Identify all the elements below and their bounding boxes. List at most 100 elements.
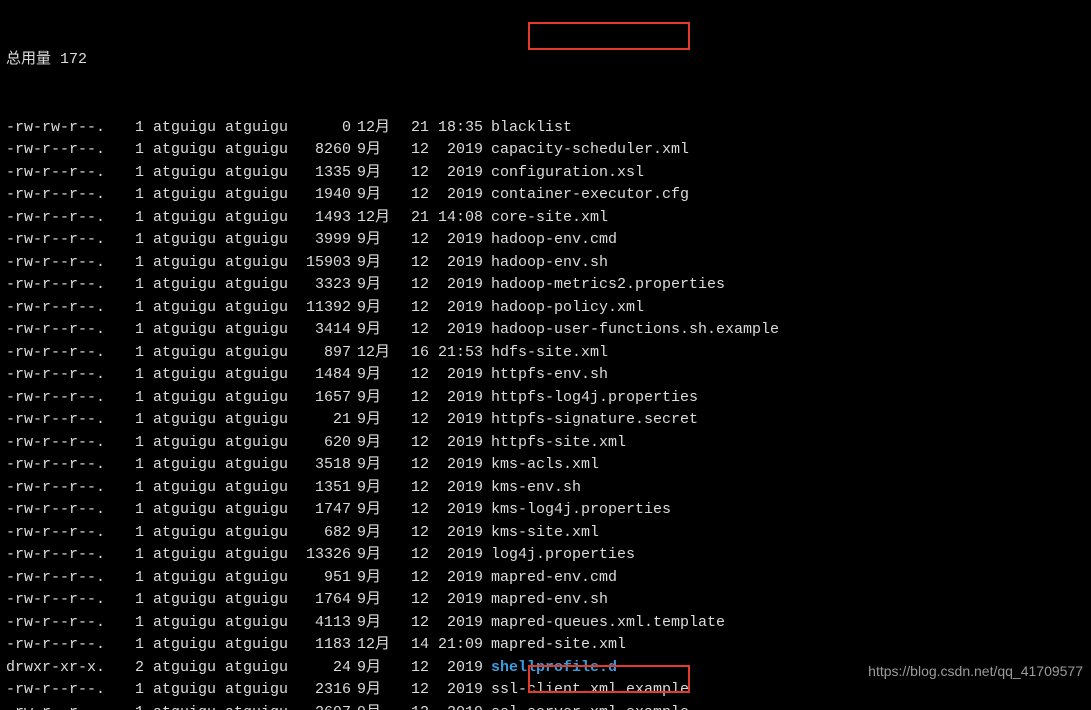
owner: atguigu [153, 184, 225, 207]
group: atguigu [225, 117, 297, 140]
group: atguigu [225, 252, 297, 275]
perm: -rw-r--r--. [6, 702, 126, 710]
group: atguigu [225, 274, 297, 297]
month: 9月 [351, 184, 399, 207]
perm: -rw-r--r--. [6, 499, 126, 522]
group: atguigu [225, 387, 297, 410]
month: 12月 [351, 207, 399, 230]
time: 2019 [429, 229, 483, 252]
group: atguigu [225, 612, 297, 635]
size: 1335 [297, 162, 351, 185]
day: 12 [399, 589, 429, 612]
time: 2019 [429, 544, 483, 567]
owner: atguigu [153, 162, 225, 185]
day: 16 [399, 342, 429, 365]
filename: kms-site.xml [483, 522, 599, 545]
time: 2019 [429, 477, 483, 500]
file-row: -rw-r--r--.1 atguiguatguigu219月122019htt… [6, 409, 1085, 432]
size: 897 [297, 342, 351, 365]
time: 2019 [429, 612, 483, 635]
links: 1 [126, 184, 144, 207]
owner: atguigu [153, 117, 225, 140]
owner: atguigu [153, 319, 225, 342]
perm: -rw-r--r--. [6, 252, 126, 275]
filename: httpfs-site.xml [483, 432, 626, 455]
time: 2019 [429, 274, 483, 297]
file-row: -rw-r--r--.1 atguiguatguigu17649月122019m… [6, 589, 1085, 612]
perm: -rw-r--r--. [6, 454, 126, 477]
size: 3323 [297, 274, 351, 297]
size: 13326 [297, 544, 351, 567]
perm: -rw-r--r--. [6, 274, 126, 297]
perm: -rw-r--r--. [6, 229, 126, 252]
filename: hadoop-policy.xml [483, 297, 644, 320]
owner: atguigu [153, 432, 225, 455]
links: 1 [126, 162, 144, 185]
filename: mapred-env.sh [483, 589, 608, 612]
day: 12 [399, 567, 429, 590]
group: atguigu [225, 184, 297, 207]
owner: atguigu [153, 477, 225, 500]
size: 24 [297, 657, 351, 680]
size: 15903 [297, 252, 351, 275]
file-row: -rw-r--r--.1 atguiguatguigu16579月122019h… [6, 387, 1085, 410]
owner: atguigu [153, 567, 225, 590]
perm: -rw-r--r--. [6, 162, 126, 185]
size: 1493 [297, 207, 351, 230]
size: 0 [297, 117, 351, 140]
day: 12 [399, 432, 429, 455]
time: 2019 [429, 522, 483, 545]
file-row: -rw-r--r--.1 atguiguatguigu89712月1621:53… [6, 342, 1085, 365]
filename: kms-acls.xml [483, 454, 599, 477]
size: 11392 [297, 297, 351, 320]
size: 682 [297, 522, 351, 545]
links: 1 [126, 477, 144, 500]
perm: -rw-r--r--. [6, 522, 126, 545]
perm: -rw-r--r--. [6, 567, 126, 590]
filename: blacklist [483, 117, 572, 140]
size: 1183 [297, 634, 351, 657]
time: 21:09 [429, 634, 483, 657]
group: atguigu [225, 432, 297, 455]
group: atguigu [225, 657, 297, 680]
month: 9月 [351, 499, 399, 522]
month: 9月 [351, 544, 399, 567]
size: 951 [297, 567, 351, 590]
links: 1 [126, 342, 144, 365]
owner: atguigu [153, 657, 225, 680]
time: 2019 [429, 499, 483, 522]
perm: -rw-r--r--. [6, 432, 126, 455]
file-row: -rw-r--r--.1 atguiguatguigu13359月122019c… [6, 162, 1085, 185]
file-row: -rw-r--r--.1 atguiguatguigu133269月122019… [6, 544, 1085, 567]
links: 1 [126, 229, 144, 252]
filename: mapred-site.xml [483, 634, 626, 657]
day: 12 [399, 679, 429, 702]
month: 9月 [351, 477, 399, 500]
file-row: -rw-r--r--.1 atguiguatguigu34149月122019h… [6, 319, 1085, 342]
group: atguigu [225, 634, 297, 657]
size: 4113 [297, 612, 351, 635]
links: 1 [126, 702, 144, 710]
terminal-output: 总用量 172 -rw-rw-r--.1 atguiguatguigu012月2… [0, 0, 1091, 710]
owner: atguigu [153, 499, 225, 522]
month: 12月 [351, 117, 399, 140]
owner: atguigu [153, 679, 225, 702]
perm: -rw-r--r--. [6, 364, 126, 387]
owner: atguigu [153, 252, 225, 275]
owner: atguigu [153, 364, 225, 387]
month: 9月 [351, 657, 399, 680]
owner: atguigu [153, 612, 225, 635]
file-row: -rw-rw-r--.1 atguiguatguigu012月2118:35bl… [6, 117, 1085, 140]
owner: atguigu [153, 544, 225, 567]
filename: log4j.properties [483, 544, 635, 567]
group: atguigu [225, 702, 297, 710]
size: 2697 [297, 702, 351, 710]
links: 1 [126, 499, 144, 522]
size: 3518 [297, 454, 351, 477]
links: 1 [126, 612, 144, 635]
size: 1351 [297, 477, 351, 500]
perm: -rw-r--r--. [6, 297, 126, 320]
month: 9月 [351, 432, 399, 455]
day: 12 [399, 522, 429, 545]
time: 2019 [429, 702, 483, 710]
